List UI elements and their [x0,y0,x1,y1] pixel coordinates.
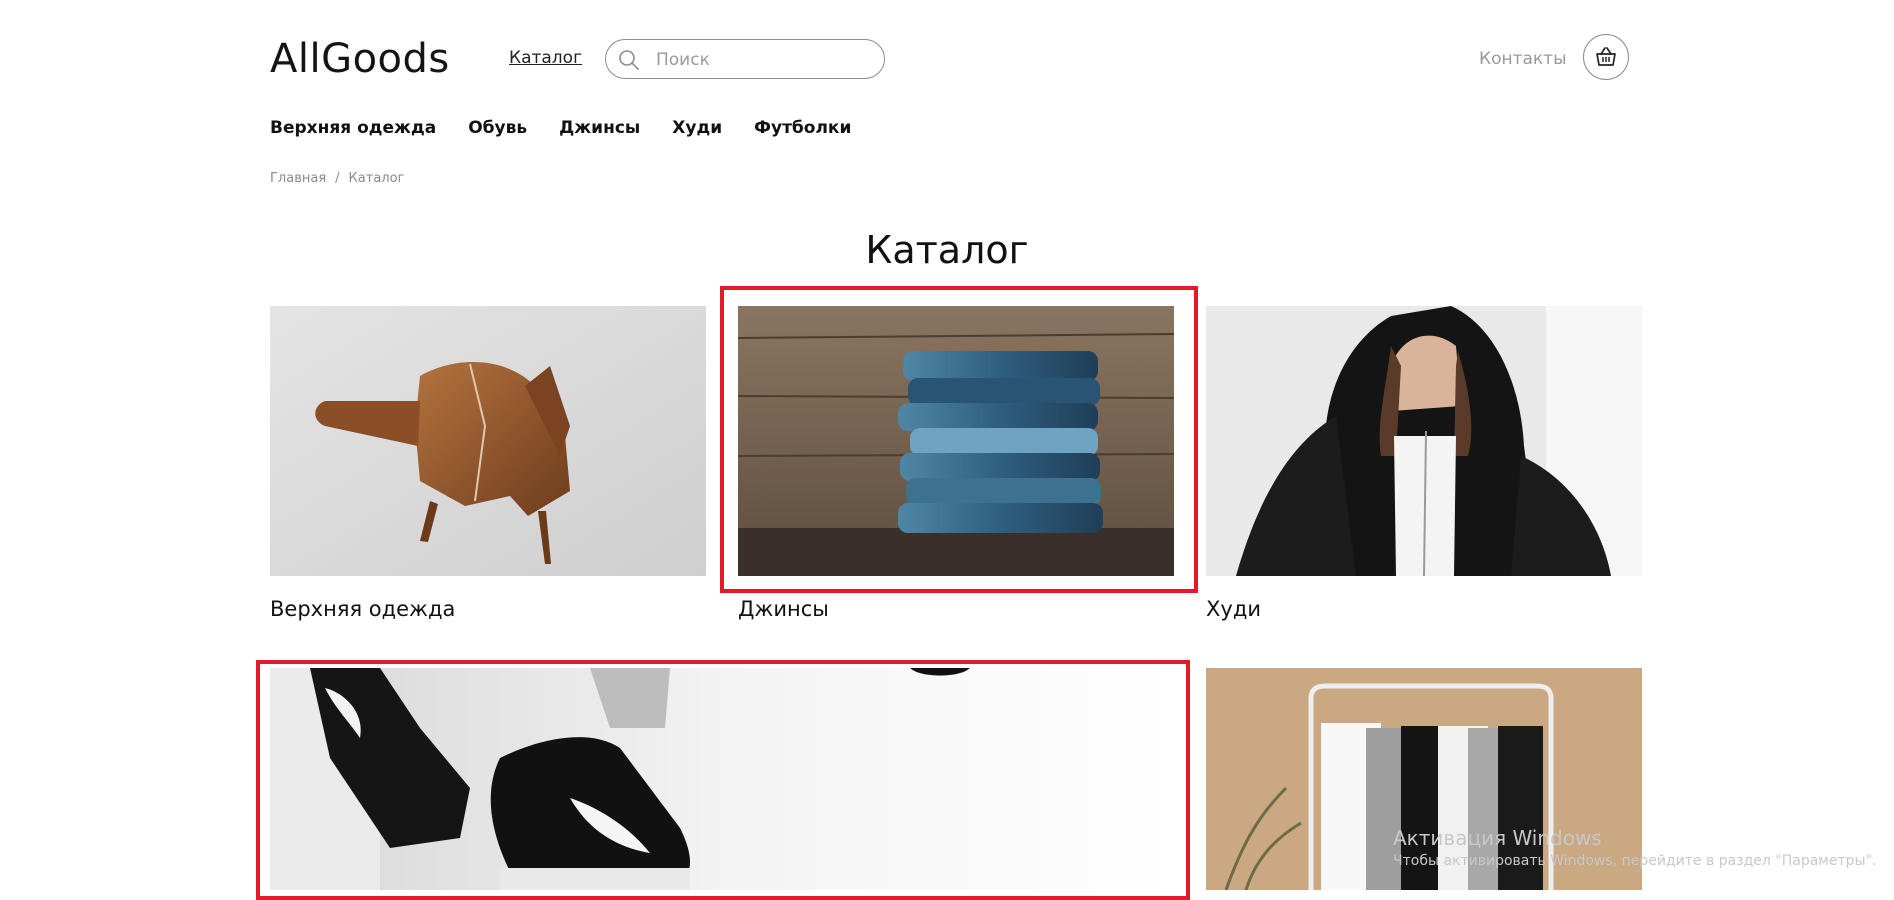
breadcrumb-separator: / [335,171,340,186]
contacts-link[interactable]: Контакты [1479,49,1567,69]
category-nav-hoodies[interactable]: Худи [672,118,722,138]
category-tile-outerwear[interactable] [270,306,706,576]
category-tile-shoes[interactable] [270,668,1178,890]
category-nav-jeans[interactable]: Джинсы [559,118,640,138]
category-nav-shoes[interactable]: Обувь [468,118,527,138]
black-sneakers-photo [270,668,1178,890]
breadcrumb: Главная / Каталог [270,171,404,186]
breadcrumb-current: Каталог [348,171,405,186]
windows-activation-watermark-text: Чтобы активировать Windows, перейдите в … [1393,853,1877,869]
category-tile-hoodies[interactable] [1206,306,1642,576]
basket-icon [1596,47,1616,66]
category-nav: Верхняя одежда Обувь Джинсы Худи Футболк… [270,118,851,138]
tile-label-outerwear[interactable]: Верхняя одежда [270,597,455,621]
category-tile-jeans[interactable] [738,306,1174,576]
page-title: Каталог [865,228,1029,272]
tile-label-jeans[interactable]: Джинсы [738,597,829,621]
windows-activation-watermark-title: Активация Windows [1393,826,1602,850]
tile-label-hoodies[interactable]: Худи [1206,597,1261,621]
nav-catalog-link[interactable]: Каталог [509,48,582,68]
black-hoodie-photo [1206,306,1642,576]
category-nav-outerwear[interactable]: Верхняя одежда [270,118,436,138]
cart-button[interactable] [1583,34,1629,80]
breadcrumb-home[interactable]: Главная [270,171,326,186]
category-nav-tshirts[interactable]: Футболки [754,118,851,138]
site-logo[interactable]: AllGoods [270,36,450,82]
stacked-jeans-photo [738,306,1174,576]
search-icon [618,49,640,71]
leather-jacket-photo [270,306,706,576]
search-box[interactable] [605,39,885,79]
search-input[interactable] [654,46,878,74]
